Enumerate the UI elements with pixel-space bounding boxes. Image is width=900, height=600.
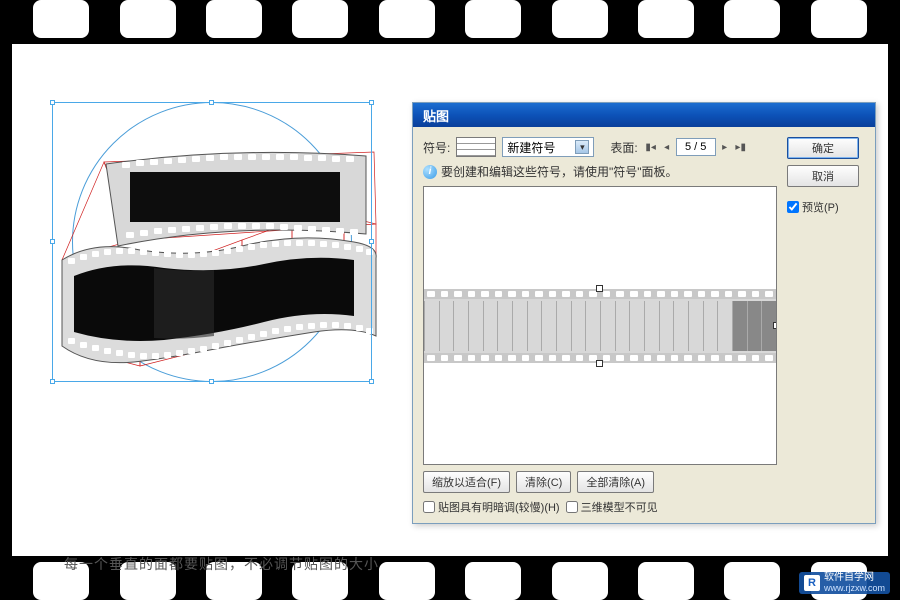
transform-handle[interactable] [596, 360, 603, 367]
clear-button[interactable]: 清除(C) [516, 471, 571, 493]
dialog-title: 贴图 [423, 106, 449, 125]
watermark-url: www.rjzxw.com [824, 583, 885, 593]
symbol-dropdown-value: 新建符号 [507, 139, 571, 156]
surface-label: 表面: [610, 139, 637, 156]
info-icon: i [423, 165, 437, 179]
cancel-button[interactable]: 取消 [787, 165, 859, 187]
watermark-logo-icon: R [804, 575, 820, 591]
nav-last-icon[interactable]: ▸▮ [734, 140, 748, 154]
symbol-dropdown[interactable]: 新建符号 ▾ [502, 137, 594, 157]
clear-all-button[interactable]: 全部清除(A) [577, 471, 654, 493]
scale-to-fit-button[interactable]: 缩放以适合(F) [423, 471, 510, 493]
dialog-titlebar[interactable]: 贴图 [413, 103, 875, 127]
selection-bounding-box[interactable] [52, 102, 372, 382]
invisible-geometry-checkbox[interactable]: 三维模型不可见 [566, 499, 658, 515]
watermark: R 软件自学网 www.rjzxw.com [799, 572, 890, 594]
instruction-caption: 每一个垂直的面都要贴图，不必调节贴图的大小 [64, 554, 379, 574]
filmstrip-symbol-preview[interactable] [424, 289, 776, 363]
film-border-top [0, 0, 900, 38]
watermark-brand: 软件自学网 [824, 573, 885, 583]
surface-navigator: ▮◂ ◂ ▸ ▸▮ [644, 138, 748, 156]
nav-prev-icon[interactable]: ◂ [660, 140, 674, 154]
map-preview-area[interactable] [423, 186, 777, 465]
ok-button[interactable]: 确定 [787, 137, 859, 159]
surface-index-input[interactable] [676, 138, 716, 156]
hint-text: 要创建和编辑这些符号，请使用"符号"面板。 [441, 163, 678, 180]
symbol-swatch[interactable] [456, 137, 496, 157]
content-panel: 每一个垂直的面都要贴图，不必调节贴图的大小 贴图 符号: 新建符号 ▾ 表面: … [12, 44, 888, 556]
artwork-canvas[interactable]: 每一个垂直的面都要贴图，不必调节贴图的大小 [24, 102, 404, 524]
transform-handle[interactable] [596, 285, 603, 292]
transform-handle[interactable] [773, 322, 777, 329]
nav-first-icon[interactable]: ▮◂ [644, 140, 658, 154]
preview-checkbox[interactable]: 预览(P) [787, 199, 865, 215]
shade-artwork-checkbox[interactable]: 贴图具有明暗调(较慢)(H) [423, 499, 560, 515]
symbol-label: 符号: [423, 139, 450, 156]
chevron-down-icon: ▾ [575, 140, 589, 154]
nav-next-icon[interactable]: ▸ [718, 140, 732, 154]
map-art-dialog: 贴图 符号: 新建符号 ▾ 表面: ▮◂ ◂ ▸ [412, 102, 876, 524]
